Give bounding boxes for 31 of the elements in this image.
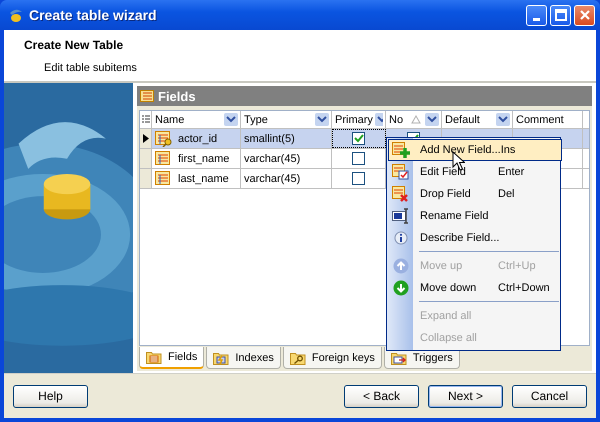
column-header[interactable]: Name [152, 111, 241, 128]
tab[interactable]: Foreign keys [282, 347, 382, 369]
tab[interactable]: Indexes [206, 347, 281, 369]
page-subtitle: Edit table subitems [44, 62, 138, 74]
column-header[interactable]: Default [442, 111, 513, 128]
tab-label: Indexes [235, 352, 274, 364]
window-title: Create table wizard [29, 7, 158, 23]
menu-item[interactable]: Describe Field... [413, 227, 559, 249]
menu-item[interactable]: Rename Field [413, 205, 559, 227]
field-name: last_name [178, 172, 229, 184]
page-title: Create New Table [24, 38, 124, 52]
menu-item[interactable]: Move down Ctrl+Down [413, 277, 559, 299]
column-header[interactable]: Comment [513, 111, 583, 128]
dialog-button[interactable]: Cancel [512, 384, 587, 408]
tab-label: Foreign keys [312, 352, 375, 364]
column-header[interactable]: Primary [332, 111, 386, 128]
tab-label: Fields [168, 351, 198, 363]
tab-label: Triggers [412, 352, 453, 364]
field-type: smallint(5) [244, 132, 295, 144]
help-button[interactable]: Help [13, 384, 88, 408]
dialog-button[interactable]: < Back [344, 384, 419, 408]
dialog-button[interactable]: Next > [428, 384, 503, 408]
column-header[interactable]: No [386, 111, 442, 128]
menu-item[interactable]: Add New Field...Ins [388, 139, 562, 161]
field-name: first_name [178, 152, 230, 164]
tab[interactable]: Fields [139, 347, 204, 369]
column-header[interactable]: Type [241, 111, 332, 128]
field-name: actor_id [178, 132, 218, 144]
field-type: varchar(45) [244, 152, 300, 164]
field-type: varchar(45) [244, 172, 300, 184]
panel-title: Fields [158, 88, 196, 104]
